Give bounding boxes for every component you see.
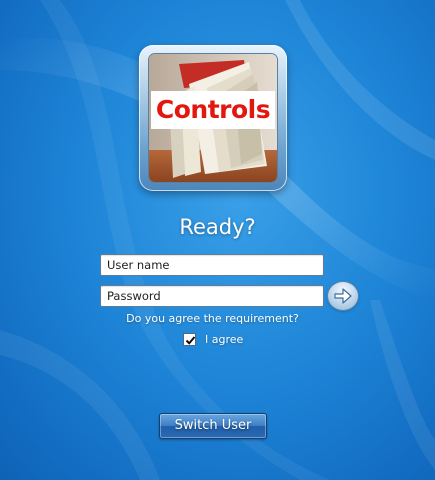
user-picture: Controls (149, 54, 277, 182)
agree-label: I agree (205, 333, 244, 346)
agreement-question: Do you agree the requirement? (126, 312, 299, 325)
user-tile: Controls (139, 45, 287, 191)
tile-caption: Controls (151, 91, 275, 129)
password-field[interactable] (100, 285, 324, 307)
username-field[interactable] (100, 254, 324, 276)
login-screen: Controls Ready? Do you agree the require… (0, 0, 435, 480)
switch-user-button[interactable]: Switch User (159, 413, 267, 439)
agree-checkbox[interactable] (183, 333, 196, 346)
checkmark-icon (185, 336, 196, 345)
status-text: Ready? (179, 215, 256, 239)
arrow-right-icon (334, 288, 352, 304)
submit-button[interactable] (328, 282, 358, 310)
